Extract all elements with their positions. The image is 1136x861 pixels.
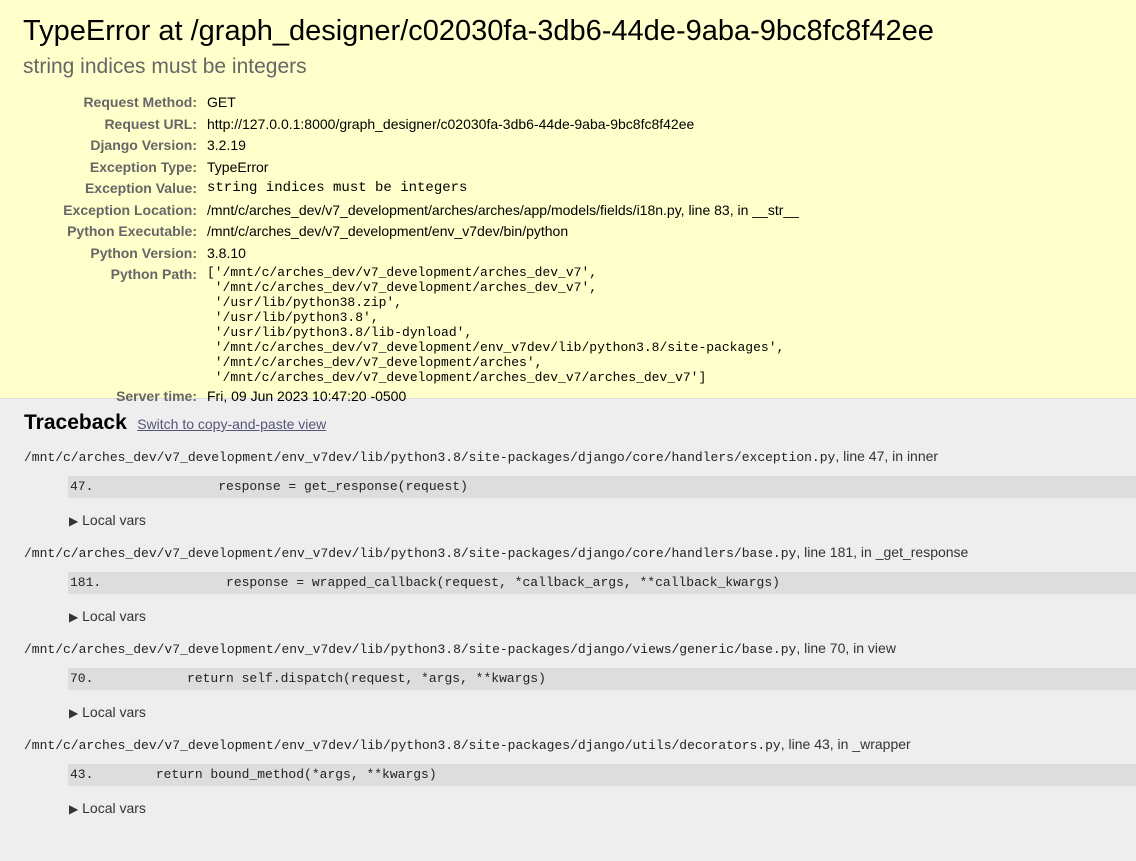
frame-filename: /mnt/c/arches_dev/v7_development/env_v7d… bbox=[24, 446, 1136, 468]
switch-to-copy-paste-link[interactable]: Switch to copy-and-paste view bbox=[137, 416, 326, 432]
traceback-frame: /mnt/c/arches_dev/v7_development/env_v7d… bbox=[24, 542, 1136, 627]
meta-row: Request URL: http://127.0.0.1:8000/graph… bbox=[23, 114, 799, 136]
frame-filename: /mnt/c/arches_dev/v7_development/env_v7d… bbox=[24, 734, 1136, 756]
meta-value: /mnt/c/arches_dev/v7_development/arches/… bbox=[207, 201, 799, 218]
frame-filename: /mnt/c/arches_dev/v7_development/env_v7d… bbox=[24, 638, 1136, 660]
meta-label: Request Method: bbox=[83, 94, 197, 110]
meta-label: Python Version: bbox=[90, 244, 197, 261]
meta-value: TypeError bbox=[207, 158, 269, 175]
frame-context-line[interactable]: 70. return self.dispatch(request, *args,… bbox=[68, 668, 1136, 690]
python-path-label: Python Path: bbox=[110, 266, 197, 282]
request-meta-table: Request Method: GET Request URL: http://… bbox=[23, 92, 799, 408]
meta-label: Python Executable: bbox=[67, 223, 197, 239]
frame-line-info: , line 47, in inner bbox=[835, 448, 939, 464]
traceback-heading: Traceback bbox=[24, 411, 127, 434]
frame-context-line[interactable]: 181. response = wrapped_callback(request… bbox=[68, 572, 1136, 594]
meta-value: 3.2.19 bbox=[207, 137, 246, 153]
local-vars-toggle[interactable]: ▶ Local vars bbox=[69, 510, 1136, 531]
frame-file-path: /mnt/c/arches_dev/v7_development/env_v7d… bbox=[24, 546, 797, 561]
triangle-right-icon: ▶ bbox=[69, 610, 79, 624]
triangle-right-icon: ▶ bbox=[69, 802, 79, 816]
python-path-value: ['/mnt/c/arches_dev/v7_development/arche… bbox=[207, 265, 785, 385]
meta-label: Request URL: bbox=[104, 115, 197, 132]
error-summary: TypeError at /graph_designer/c02030fa-3d… bbox=[0, 0, 1136, 404]
meta-value: GET bbox=[207, 94, 236, 110]
triangle-right-icon: ▶ bbox=[69, 514, 79, 528]
frame-file-path: /mnt/c/arches_dev/v7_development/env_v7d… bbox=[24, 450, 836, 465]
meta-row: Django Version: 3.2.19 bbox=[23, 135, 799, 157]
local-vars-label: Local vars bbox=[82, 608, 146, 624]
local-vars-toggle[interactable]: ▶ Local vars bbox=[69, 702, 1136, 723]
meta-label: Django Version: bbox=[90, 137, 197, 153]
traceback-header: Traceback Switch to copy-and-paste view bbox=[24, 411, 1136, 435]
meta-row: Exception Location: /mnt/c/arches_dev/v7… bbox=[23, 200, 799, 222]
local-vars-label: Local vars bbox=[82, 800, 146, 816]
local-vars-toggle[interactable]: ▶ Local vars bbox=[69, 606, 1136, 627]
meta-row: Exception Type: TypeError bbox=[23, 157, 799, 179]
page-title: TypeError at /graph_designer/c02030fa-3d… bbox=[23, 15, 934, 47]
frame-line-info: , line 181, in _get_response bbox=[796, 544, 969, 560]
meta-value: /mnt/c/arches_dev/v7_development/env_v7d… bbox=[207, 223, 569, 239]
meta-row: Python Path: ['/mnt/c/arches_dev/v7_deve… bbox=[23, 264, 799, 386]
meta-row: Exception Value: string indices must be … bbox=[23, 178, 799, 200]
traceback-frame: /mnt/c/arches_dev/v7_development/env_v7d… bbox=[24, 734, 1136, 819]
triangle-right-icon: ▶ bbox=[69, 706, 79, 720]
local-vars-toggle[interactable]: ▶ Local vars bbox=[69, 798, 1136, 819]
meta-row: Request Method: GET bbox=[23, 92, 799, 114]
traceback-frame: /mnt/c/arches_dev/v7_development/env_v7d… bbox=[24, 446, 1136, 531]
frame-file-path: /mnt/c/arches_dev/v7_development/env_v7d… bbox=[24, 738, 781, 753]
frame-filename: /mnt/c/arches_dev/v7_development/env_v7d… bbox=[24, 542, 1136, 564]
meta-value: string indices must be integers bbox=[207, 180, 468, 196]
frame-line-info: , line 43, in _wrapper bbox=[780, 736, 911, 752]
frame-context-line[interactable]: 47. response = get_response(request) bbox=[68, 476, 1136, 498]
frame-line-info: , line 70, in view bbox=[796, 640, 896, 656]
meta-label: Exception Value: bbox=[84, 180, 197, 196]
traceback-section: Traceback Switch to copy-and-paste view … bbox=[0, 399, 1136, 819]
exception-message: string indices must be integers bbox=[23, 55, 307, 78]
meta-label: Exception Location: bbox=[63, 201, 197, 218]
meta-label: Exception Type: bbox=[89, 158, 197, 175]
meta-row: Python Version: 3.8.10 bbox=[23, 243, 799, 265]
meta-value: http://127.0.0.1:8000/graph_designer/c02… bbox=[207, 115, 695, 132]
frame-context-line[interactable]: 43. return bound_method(*args, **kwargs) bbox=[68, 764, 1136, 786]
local-vars-label: Local vars bbox=[82, 704, 146, 720]
meta-row: Python Executable: /mnt/c/arches_dev/v7_… bbox=[23, 221, 799, 243]
local-vars-label: Local vars bbox=[82, 512, 146, 528]
meta-value: 3.8.10 bbox=[207, 244, 246, 261]
traceback-frame: /mnt/c/arches_dev/v7_development/env_v7d… bbox=[24, 638, 1136, 723]
frame-file-path: /mnt/c/arches_dev/v7_development/env_v7d… bbox=[24, 642, 797, 657]
